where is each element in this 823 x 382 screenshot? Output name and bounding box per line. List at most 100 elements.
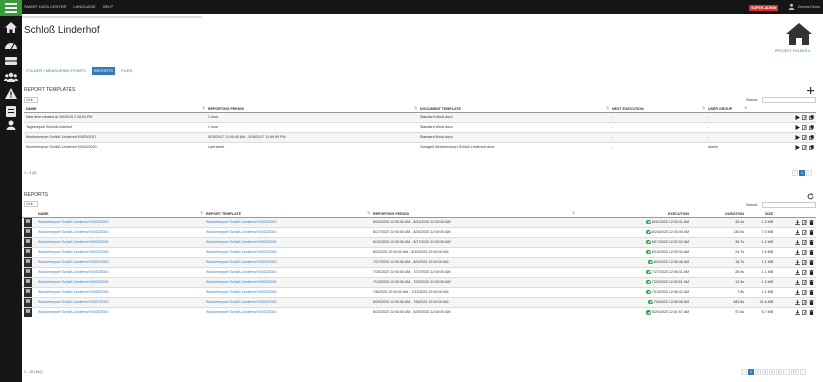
col-duration[interactable]: DURATION <box>691 211 746 218</box>
page-button[interactable]: ‹ <box>792 170 798 176</box>
report-template-link[interactable]: Wochenreport Schloß Linderhof KW32/2020 <box>206 250 276 254</box>
report-template-link[interactable]: Wochenreport Schloß Linderhof KW32/2020 <box>206 240 276 244</box>
storage-icon[interactable] <box>4 55 18 67</box>
page-button[interactable]: 2 <box>755 369 761 375</box>
templates-search-input[interactable] <box>762 97 816 103</box>
template-name[interactable]: New item created at 3/9/2018 2:28:54 PM <box>24 111 206 122</box>
report-template-link[interactable]: Wochenreport Schloß Linderhof KW32/2020 <box>206 260 276 264</box>
edit-icon[interactable] <box>802 124 807 130</box>
delete-icon[interactable] <box>809 299 814 305</box>
download-icon[interactable] <box>795 299 800 305</box>
dashboard-icon[interactable] <box>4 39 18 51</box>
report-row[interactable]: W Wochenreport Schloß Linderhof KW32/2020… <box>22 226 816 237</box>
edit-icon[interactable] <box>802 145 807 150</box>
report-row[interactable]: W Wochenreport Schloß Linderhof KW32/2020… <box>22 236 816 247</box>
template-row[interactable]: Wochenreport Schloß Linderhof KW32/2020 L… <box>24 141 816 152</box>
template-row[interactable]: Tagesreport SchloßLinderhof 1 hour Standar… <box>24 121 816 132</box>
copy-icon[interactable] <box>809 124 814 130</box>
edit-icon[interactable] <box>802 114 807 120</box>
edit-icon[interactable] <box>802 219 807 225</box>
report-row[interactable]: W Wochenreport Schloß Linderhof KW29/2020… <box>22 276 816 287</box>
reports-search-input[interactable] <box>762 202 816 208</box>
refresh-button[interactable] <box>806 192 815 201</box>
project-folder-link[interactable]: PROJECT FOLDER ▾ <box>775 49 810 53</box>
edit-icon[interactable] <box>802 239 807 245</box>
report-row[interactable]: W Wochenreport Schloß Linderhof KW28/2020… <box>22 286 816 297</box>
delete-icon[interactable] <box>809 249 814 255</box>
download-icon[interactable] <box>795 309 800 315</box>
report-template-link[interactable]: Wochenreport Schloß Linderhof KW32/2020 <box>206 310 276 314</box>
page-button[interactable]: ‹ <box>741 369 747 375</box>
edit-icon[interactable] <box>802 229 807 235</box>
report-template-link[interactable]: Wochenreport Schloß Linderhof KW32/2020 <box>206 280 276 284</box>
add-template-button[interactable] <box>806 86 815 95</box>
delete-icon[interactable] <box>809 229 814 235</box>
copy-icon[interactable] <box>809 114 814 120</box>
report-row[interactable]: W Wochenreport Schloß Linderhof KW26/2020… <box>22 306 816 317</box>
user-menu[interactable]: Demos Demo <box>788 3 820 10</box>
page-button[interactable]: 1 <box>748 369 754 375</box>
page-button[interactable]: › <box>806 170 812 176</box>
report-row[interactable]: W Wochenreport Schloß Linderhof KW30/2020… <box>22 266 816 277</box>
report-name-link[interactable]: Wochenreport Schloß Linderhof KW30/2020 <box>38 270 108 274</box>
download-icon[interactable] <box>795 239 800 245</box>
device-icon[interactable] <box>4 105 18 117</box>
report-template-link[interactable]: Wochenreport Schloß Linderhof KW32/2020 <box>206 230 276 234</box>
menu-language[interactable]: LANGUAGE <box>73 4 95 9</box>
delete-icon[interactable] <box>809 309 814 315</box>
download-icon[interactable] <box>795 259 800 265</box>
menu-help[interactable]: HELP <box>103 4 113 9</box>
col-report-template[interactable]: REPORT TEMPLATE ⇅ <box>204 211 371 218</box>
delete-icon[interactable] <box>809 239 814 245</box>
copy-icon[interactable] <box>809 134 814 140</box>
edit-icon[interactable] <box>802 279 807 285</box>
template-name[interactable]: Wochenreport Schloß Linderhof KW20/2017 <box>24 131 206 142</box>
reports-page-size-select[interactable]: 10 ▾ <box>24 201 38 207</box>
col-user-group[interactable]: USER GROUP ⇅ <box>706 106 748 113</box>
report-name-link[interactable]: Wochenreport Schloß Linderhof KW28/2020 <box>38 290 108 294</box>
delete-icon[interactable] <box>809 259 814 265</box>
page-button[interactable]: ... <box>783 369 790 375</box>
report-row[interactable]: W Wochenreport Schloß Linderhof KW27/2020… <box>22 296 816 307</box>
edit-icon[interactable] <box>802 134 807 140</box>
delete-icon[interactable] <box>809 269 814 275</box>
run-icon[interactable] <box>795 114 800 120</box>
report-template-link[interactable]: Wochenreport Schloß Linderhof KW32/2020 <box>206 290 276 294</box>
tab-files[interactable]: FILES <box>119 67 134 75</box>
run-icon[interactable] <box>795 124 800 130</box>
template-name[interactable]: Tagesreport SchloßLinderhof <box>24 121 206 132</box>
edit-icon[interactable] <box>802 249 807 255</box>
delete-icon[interactable] <box>809 219 814 225</box>
page-button[interactable]: › <box>799 369 806 375</box>
download-icon[interactable] <box>795 279 800 285</box>
delete-icon[interactable] <box>809 279 814 285</box>
tab-reports[interactable]: REPORTS <box>91 67 116 75</box>
report-name-link[interactable]: Wochenreport Schloß Linderhof KW31/2020 <box>38 260 108 264</box>
edit-icon[interactable] <box>802 299 807 305</box>
template-row[interactable]: New item created at 3/9/2018 2:28:54 PM 1… <box>24 111 816 122</box>
download-icon[interactable] <box>795 249 800 255</box>
col-reporting-period[interactable]: REPORTING PERIOD ⇅ <box>206 106 418 113</box>
report-template-link[interactable]: Wochenreport Schloß Linderhof KW32/2020 <box>206 220 276 224</box>
report-name-link[interactable]: Wochenreport Schloß Linderhof KW32/2020 <box>38 240 108 244</box>
download-icon[interactable] <box>795 269 800 275</box>
edit-icon[interactable] <box>802 289 807 295</box>
delete-icon[interactable] <box>809 289 814 295</box>
report-template-link[interactable]: Wochenreport Schloß Linderhof KW32/2020 <box>206 300 276 304</box>
report-name-link[interactable]: Wochenreport Schloß Linderhof KW32/2020 <box>38 220 108 224</box>
copy-icon[interactable] <box>809 145 814 150</box>
tab-folder-measuring-points[interactable]: FOLDER / MEASURING POINTS <box>24 67 88 75</box>
warning-icon[interactable] <box>4 87 18 99</box>
home-icon[interactable] <box>4 21 18 33</box>
download-icon[interactable] <box>795 219 800 225</box>
template-name[interactable]: Wochenreport Schloß Linderhof KW32/2020 <box>24 141 206 152</box>
templates-page-size-select[interactable]: 10 ▾ <box>24 97 38 103</box>
col-next-execution[interactable]: NEXT EXECUTION ⇅ <box>610 106 706 113</box>
download-icon[interactable] <box>795 229 800 235</box>
page-button[interactable]: 1 <box>799 170 805 176</box>
page-button[interactable]: 17 <box>790 369 799 375</box>
edit-icon[interactable] <box>802 259 807 265</box>
col-document-template[interactable]: DOCUMENT TEMPLATE ⇅ <box>418 106 610 113</box>
page-button[interactable]: 3 <box>762 369 768 375</box>
users-icon[interactable] <box>4 71 18 83</box>
